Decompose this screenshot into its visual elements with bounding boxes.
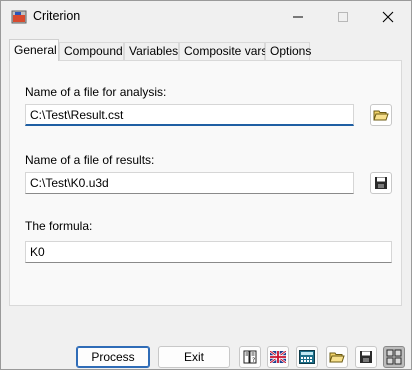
minimize-icon	[293, 16, 303, 18]
calculator-button[interactable]	[296, 346, 318, 368]
title-bar[interactable]: Criterion	[1, 1, 411, 32]
calculator-icon	[299, 350, 315, 364]
folder-open-icon	[373, 110, 389, 121]
window-title: Criterion	[33, 9, 81, 23]
results-file-input[interactable]: C:\Test\K0.u3d	[25, 172, 354, 194]
criterion-window: Criterion General Compound Variables Com…	[0, 0, 412, 370]
maximize-button[interactable]	[321, 5, 365, 29]
svg-text:?: ?	[252, 357, 255, 364]
language-flag-button[interactable]	[267, 346, 289, 368]
help-book-icon: ?	[243, 350, 257, 364]
floppy-disk-icon	[360, 351, 372, 363]
app-icon	[11, 10, 27, 24]
folder-open-icon	[329, 352, 345, 363]
close-icon	[382, 11, 394, 23]
uk-flag-icon	[270, 351, 286, 363]
grid-view-button[interactable]	[383, 346, 405, 368]
process-button[interactable]: Process	[76, 346, 150, 368]
grid-view-icon	[386, 349, 402, 365]
maximize-icon	[338, 12, 348, 22]
general-panel: Name of a file for analysis: C:\Test\Res…	[9, 60, 402, 306]
minimize-button[interactable]	[276, 5, 320, 29]
results-file-label: Name of a file of results:	[25, 153, 155, 167]
formula-input[interactable]: K0	[25, 241, 392, 263]
open-settings-button[interactable]	[326, 346, 348, 368]
tab-general[interactable]: General	[9, 39, 59, 61]
exit-button[interactable]: Exit	[158, 346, 230, 368]
floppy-disk-icon	[375, 177, 387, 189]
help-book-button[interactable]: ?	[239, 346, 261, 368]
tab-variables[interactable]: Variables	[124, 42, 179, 60]
tab-compound[interactable]: Compound	[59, 42, 124, 60]
formula-label: The formula:	[25, 219, 93, 233]
analysis-file-label: Name of a file for analysis:	[25, 85, 167, 99]
save-results-file-button[interactable]	[370, 172, 392, 194]
open-analysis-file-button[interactable]	[370, 104, 392, 126]
close-button[interactable]	[366, 5, 410, 29]
analysis-file-input[interactable]: C:\Test\Result.cst	[25, 104, 354, 126]
tab-options[interactable]: Options	[265, 42, 311, 60]
tab-composite-vars[interactable]: Composite vars	[179, 42, 267, 60]
save-settings-button[interactable]	[355, 346, 377, 368]
